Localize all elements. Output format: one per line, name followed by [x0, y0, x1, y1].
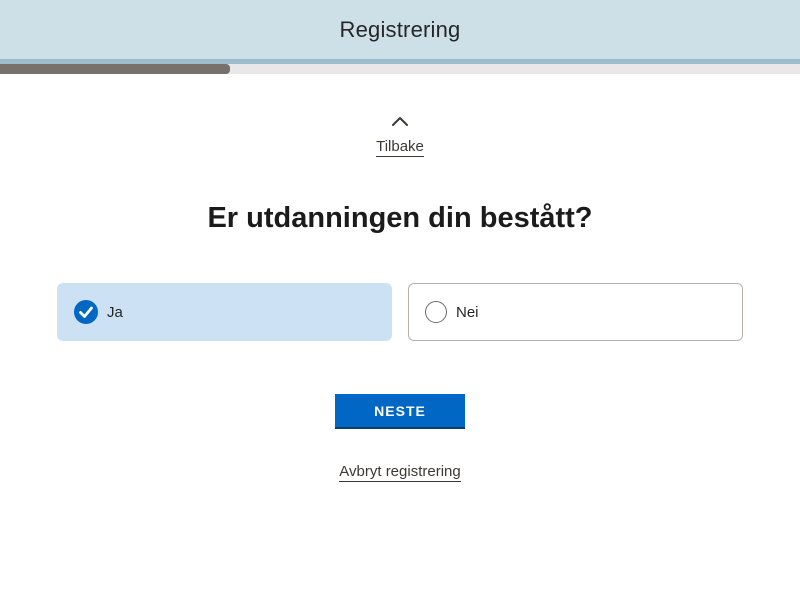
chevron-up-icon — [392, 117, 408, 126]
registration-page: Registrering Tilbake Er utdanningen din … — [0, 0, 800, 600]
option-no[interactable]: Nei — [408, 283, 743, 341]
checkmark-circle-icon — [74, 300, 98, 324]
page-header-title: Registrering — [339, 16, 461, 42]
back-link[interactable]: Tilbake — [0, 112, 800, 157]
next-button[interactable]: NESTE — [335, 394, 465, 429]
progress-bar-fill — [0, 64, 230, 74]
option-yes-label: Ja — [107, 303, 123, 321]
cancel-registration-link[interactable]: Avbryt registrering — [339, 463, 461, 482]
progress-bar — [0, 64, 800, 74]
cancel-container: Avbryt registrering — [0, 463, 800, 482]
question-heading: Er utdanningen din bestått? — [207, 202, 593, 234]
option-no-label: Nei — [456, 303, 479, 321]
back-link-label: Tilbake — [376, 138, 424, 157]
radio-circle-icon — [425, 301, 447, 323]
top-banner: Registrering — [0, 0, 800, 59]
option-yes[interactable]: Ja — [57, 283, 392, 341]
